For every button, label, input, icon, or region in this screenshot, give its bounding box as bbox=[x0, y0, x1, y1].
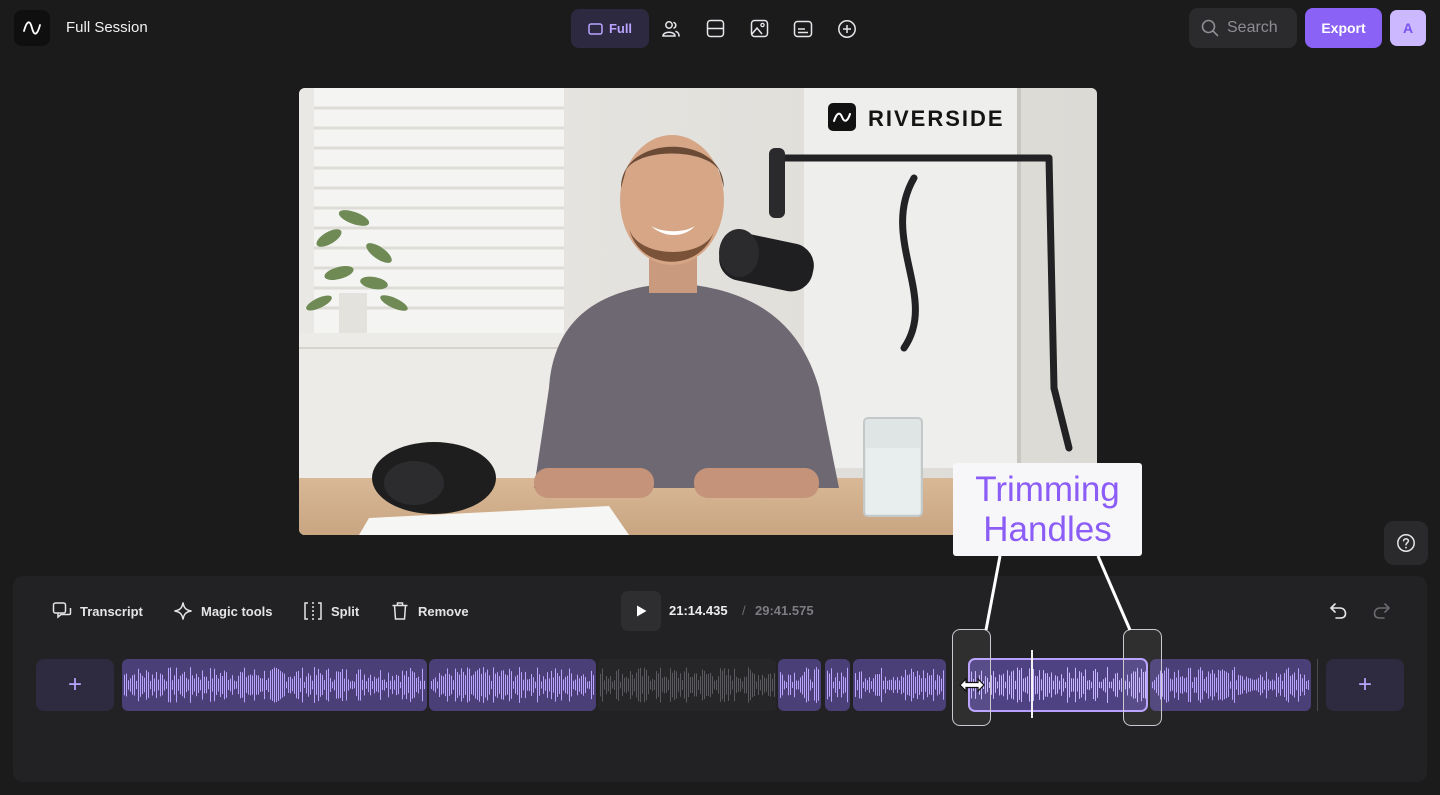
remove-label: Remove bbox=[418, 603, 469, 619]
time-separator: / bbox=[742, 603, 746, 618]
redo-icon bbox=[1373, 603, 1390, 619]
riverside-watermark: RIVERSIDE bbox=[868, 106, 1005, 131]
magic-tools-label: Magic tools bbox=[201, 603, 273, 619]
split-layout-icon bbox=[706, 19, 724, 38]
remove-button[interactable]: Remove bbox=[390, 600, 469, 622]
trash-icon bbox=[392, 602, 408, 620]
frame-icon bbox=[588, 22, 603, 35]
captions-icon bbox=[793, 20, 813, 37]
home-logo-button[interactable] bbox=[14, 10, 50, 46]
current-time: 21:14.435 bbox=[669, 603, 728, 618]
magic-tools-button[interactable]: Magic tools bbox=[173, 600, 273, 622]
tab-add[interactable] bbox=[825, 9, 869, 48]
play-icon bbox=[637, 605, 647, 617]
help-icon bbox=[1397, 534, 1415, 552]
tab-captions[interactable] bbox=[781, 9, 825, 48]
tab-full-label: Full bbox=[608, 21, 633, 36]
tab-full[interactable]: Full bbox=[571, 9, 649, 48]
add-clip-start-button[interactable]: + bbox=[36, 659, 114, 711]
transcript-label: Transcript bbox=[80, 603, 143, 619]
tab-layout[interactable] bbox=[693, 9, 737, 48]
help-button[interactable] bbox=[1384, 521, 1428, 565]
search-placeholder: Search bbox=[1227, 19, 1278, 36]
split-icon bbox=[304, 602, 322, 620]
session-title: Full Session bbox=[66, 19, 148, 36]
playhead[interactable] bbox=[1031, 650, 1033, 718]
image-icon bbox=[750, 19, 768, 38]
add-clip-end-button[interactable]: + bbox=[1326, 659, 1404, 711]
tab-speakers[interactable] bbox=[649, 9, 693, 48]
export-button[interactable]: Export bbox=[1305, 8, 1382, 48]
transcript-icon bbox=[52, 602, 72, 619]
resize-cursor-icon bbox=[959, 677, 985, 693]
callout-line-2: Handles bbox=[983, 510, 1112, 549]
search-input[interactable]: Search bbox=[1189, 8, 1297, 48]
callout-pointer-lines bbox=[984, 555, 1132, 631]
transcript-button[interactable]: Transcript bbox=[52, 600, 143, 622]
split-label: Split bbox=[331, 603, 360, 619]
total-time: 29:41.575 bbox=[755, 603, 814, 618]
trimming-handles-callout: Trimming Handles bbox=[953, 463, 1142, 556]
play-button[interactable] bbox=[621, 591, 661, 631]
avatar[interactable]: A bbox=[1390, 10, 1426, 46]
sparkle-icon bbox=[174, 602, 192, 620]
people-icon bbox=[662, 20, 680, 37]
trim-handle-right[interactable] bbox=[1123, 629, 1162, 726]
waveform-logo-icon bbox=[23, 21, 41, 35]
search-icon bbox=[1201, 19, 1219, 37]
undo-button[interactable] bbox=[1326, 599, 1350, 623]
split-button[interactable]: Split bbox=[303, 600, 359, 622]
add-circle-icon bbox=[838, 19, 856, 38]
tab-media[interactable] bbox=[737, 9, 781, 48]
callout-line-1: Trimming bbox=[975, 470, 1120, 509]
track-end-divider bbox=[1317, 659, 1318, 711]
undo-icon bbox=[1330, 603, 1347, 619]
view-tabs: Full bbox=[571, 9, 869, 48]
redo-button[interactable] bbox=[1370, 599, 1394, 623]
